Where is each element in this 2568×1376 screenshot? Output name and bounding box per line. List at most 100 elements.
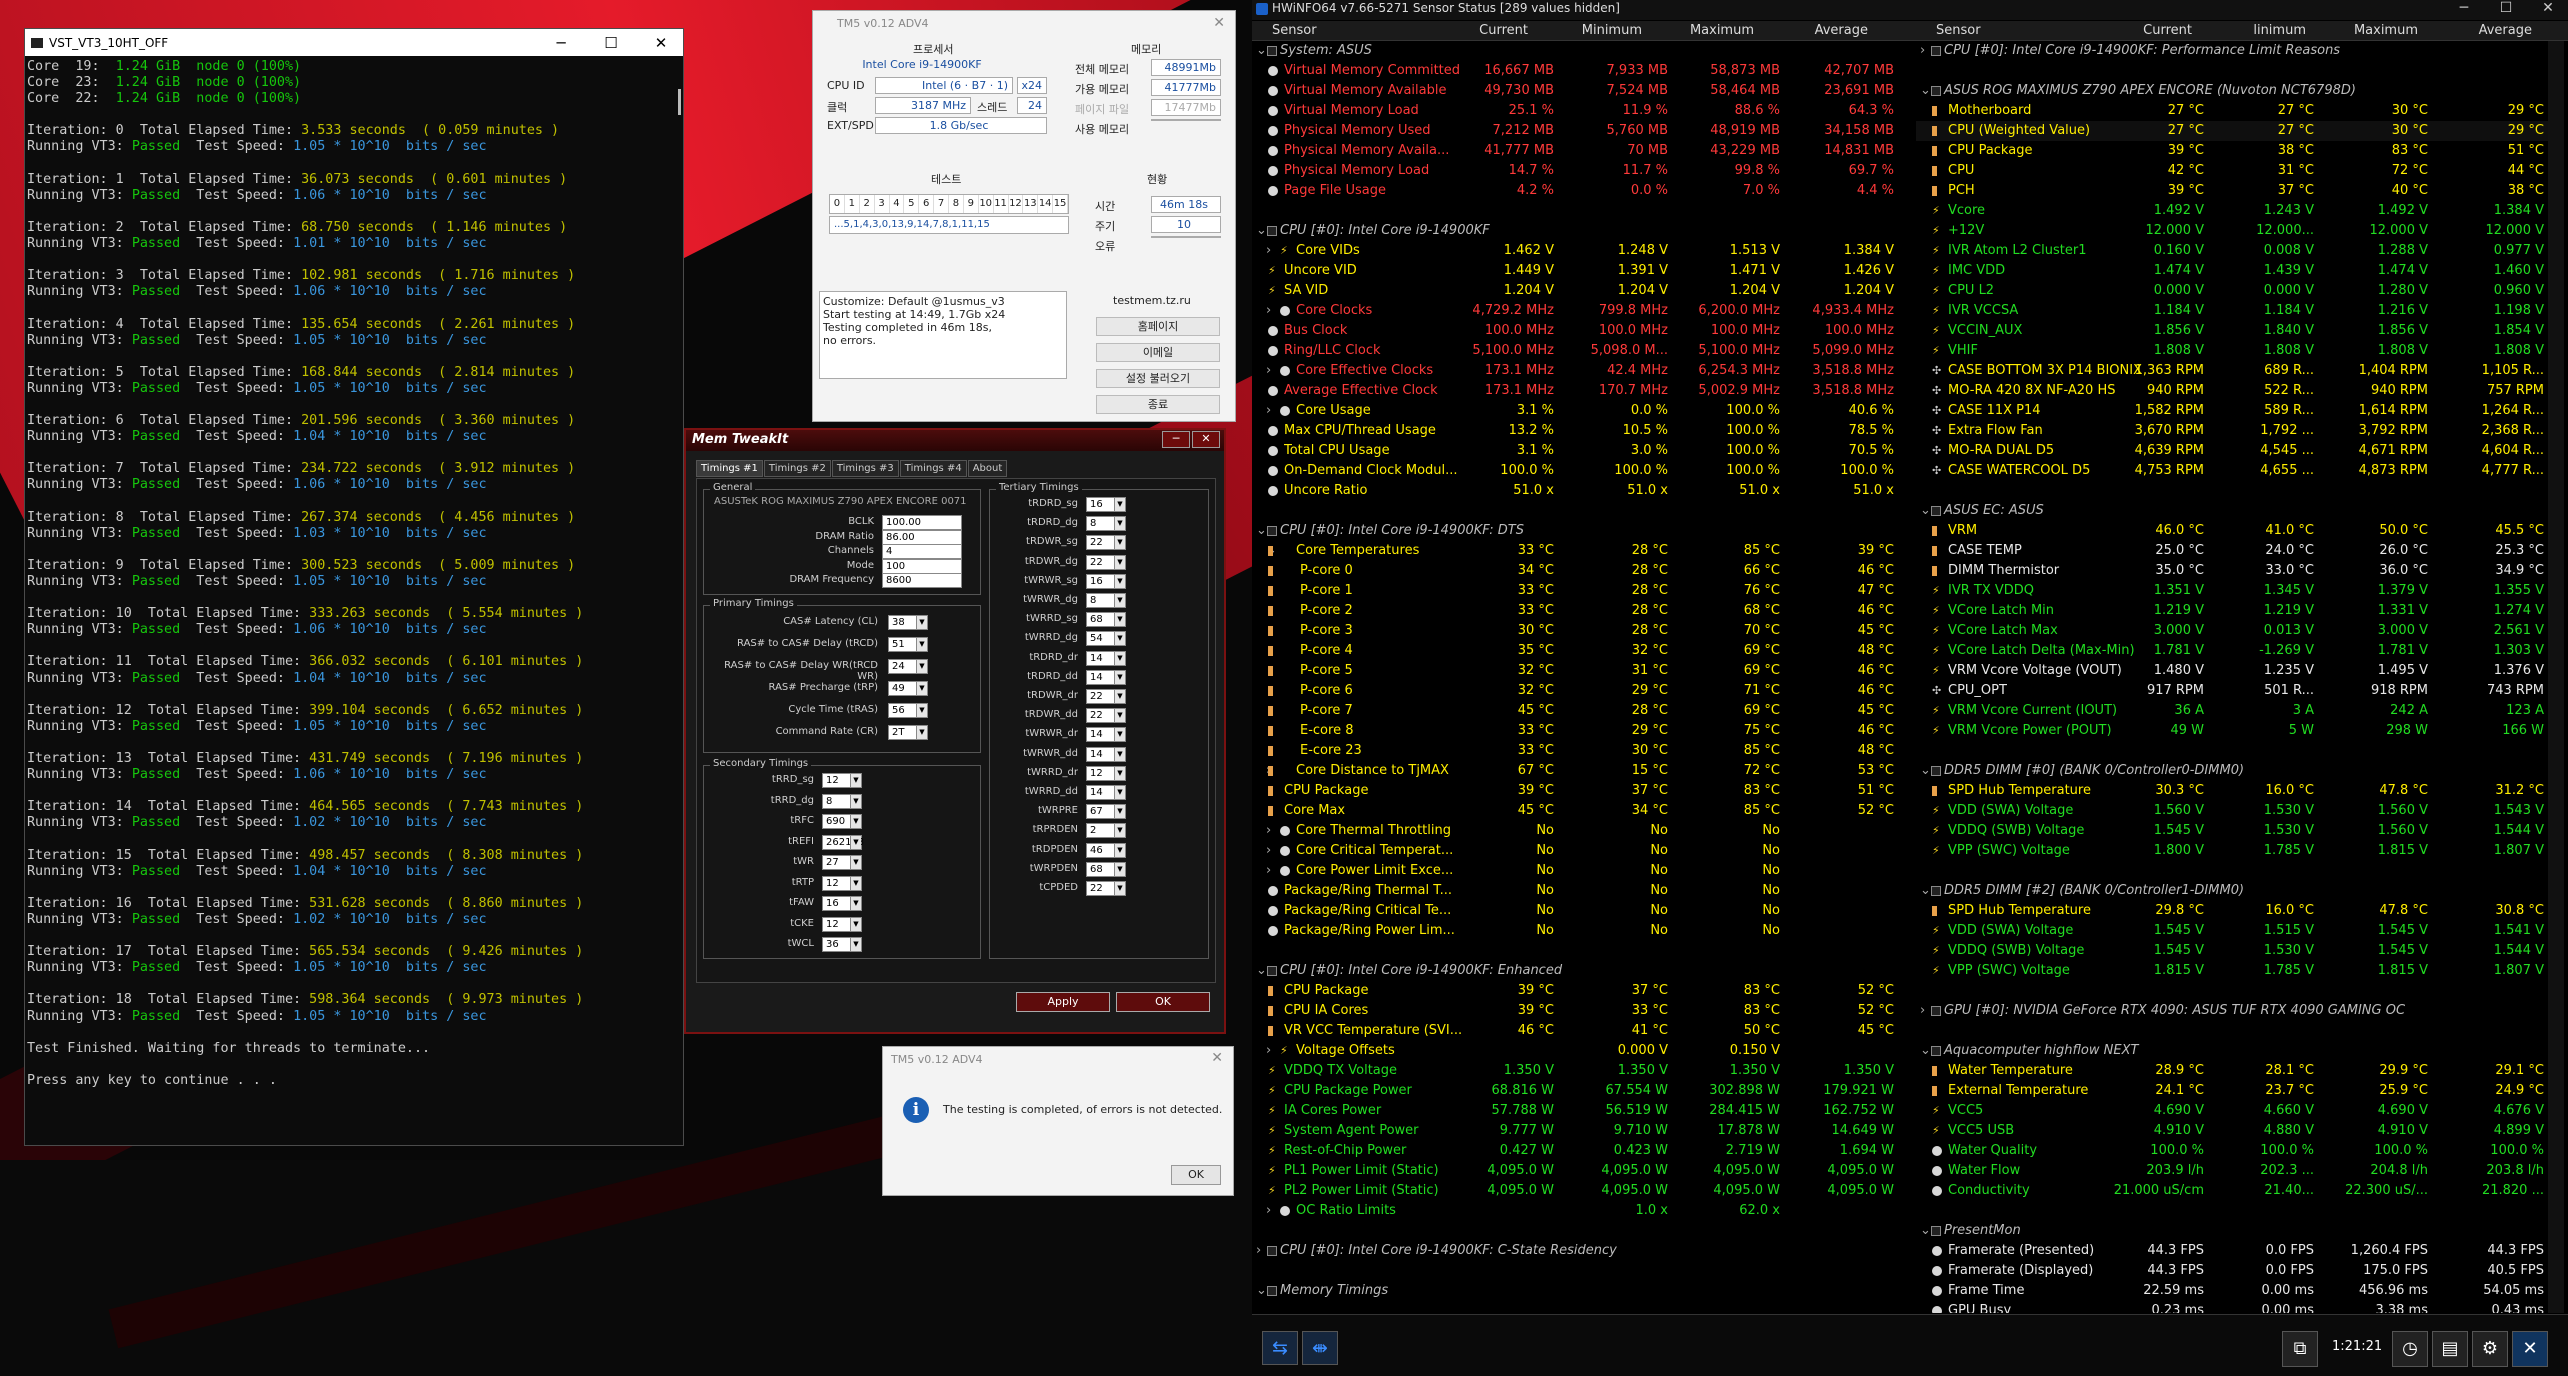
timing-value-field[interactable]: 12 ▼ xyxy=(822,916,862,932)
sensor-row[interactable]: Package/Ring Thermal T... No No No xyxy=(1252,881,1916,901)
chevron-down-icon[interactable]: ▼ xyxy=(1114,555,1125,569)
timing-value-field[interactable]: 27 ▼ xyxy=(822,855,862,870)
column-header-sensor[interactable]: Sensor xyxy=(1936,23,1981,38)
timing-value-field[interactable]: 2T ▼ xyxy=(888,725,928,740)
chevron-down-icon[interactable]: ▼ xyxy=(850,876,861,890)
timing-value-field[interactable]: 22 ▼ xyxy=(1086,881,1126,896)
chevron-down-icon[interactable]: ▼ xyxy=(1114,574,1125,588)
sensor-row[interactable]: Uncore Ratio 51.0 x 51.0 x 51.0 x 51.0 x xyxy=(1252,481,1916,501)
sensor-row[interactable]: ⚡ Rest-of-Chip Power 0.427 W 0.423 W 2.719 W… xyxy=(1252,1141,1916,1161)
sensor-row[interactable]: Water Quality 100.0 % 100.0 % 100.0 % 100.0 … xyxy=(1916,1141,2548,1161)
column-header-maximum[interactable]: Maximum xyxy=(2332,23,2418,38)
chevron-down-icon[interactable]: ▼ xyxy=(1114,862,1125,876)
chevron-down-icon[interactable]: ▼ xyxy=(850,835,861,849)
sensor-row[interactable]: ⚡ VRM Vcore Power (POUT) 49 W5 W 298 W 166 W xyxy=(1916,721,2548,741)
timing-value-field[interactable]: 100.00 xyxy=(882,515,962,530)
sensor-row[interactable]: ✣ CPU_OPT 917 RPM 501 R... 918 RPM 743 RPM xyxy=(1916,681,2548,701)
collapse-icon[interactable]: ⌄ xyxy=(1920,881,1931,901)
sensor-group-header[interactable]: › GPU [#0]: NVIDIA GeForce RTX 4090: ASUS… xyxy=(1916,1001,2548,1021)
tm5-titlebar[interactable]: TM5 v0.12 ADV4 ✕ xyxy=(813,11,1235,37)
console-titlebar[interactable]: VST_VT3_10HT_OFF ─ ☐ ✕ xyxy=(25,29,683,56)
dialog-titlebar[interactable]: TM5 v0.12 ADV4 ✕ xyxy=(883,1047,1233,1071)
sensor-row[interactable]: ⚡ VPP (SWC) Voltage 1.815 V 1.785 V 1.815 V1… xyxy=(1916,961,2548,981)
memtweakit-window[interactable]: Mem TweakIt ─ ✕ Timings #1 Timings #2 Timi… xyxy=(684,428,1226,1034)
sensor-row[interactable]: P-core 4 35 °C 32 °C 69 °C 48 °C xyxy=(1252,641,1916,661)
timing-value-field[interactable]: 22 ▼ xyxy=(1086,554,1126,570)
sensor-row[interactable]: CPU 42 °C 31 °C 72 °C 44 °C xyxy=(1916,161,2548,181)
timing-value-field[interactable]: 68 ▼ xyxy=(1086,612,1126,628)
expand-icon[interactable]: › xyxy=(1266,241,1271,261)
expand-icon[interactable]: › xyxy=(1266,361,1271,381)
tab-timings-1[interactable]: Timings #1 xyxy=(696,460,763,477)
chevron-down-icon[interactable]: ▼ xyxy=(850,815,861,828)
sensor-row[interactable]: › Core Thermal Throttling No No No xyxy=(1252,821,1916,841)
chevron-down-icon[interactable]: ▼ xyxy=(1114,824,1125,838)
collapse-icon[interactable]: ⌄ xyxy=(1920,761,1931,781)
sensor-row[interactable]: Virtual Memory Committed 16,667 MB 7,933 M… xyxy=(1252,61,1916,81)
sensor-row[interactable]: ✣ MO-RA DUAL D5 4,639 RPM 4,545 ... 4,671 RP… xyxy=(1916,441,2548,461)
sensor-row[interactable]: ⚡ VCore Latch Max 3.000 V 0.013 V 3.000 V 2.5… xyxy=(1916,621,2548,641)
timing-value-field[interactable]: 67 ▼ xyxy=(1086,804,1126,820)
sensor-group-header[interactable]: ⌄ Memory Timings xyxy=(1252,1281,1916,1301)
expand-icon[interactable]: › xyxy=(1920,1001,1925,1021)
completion-dialog[interactable]: TM5 v0.12 ADV4 ✕ i The testing is complet… xyxy=(882,1046,1234,1196)
sensor-row[interactable]: Package/Ring Power Lim... No No No xyxy=(1252,921,1916,941)
chevron-down-icon[interactable]: ▼ xyxy=(1114,882,1125,895)
sensor-row[interactable]: Framerate (Displayed) 44.3 FPS 0.0 FPS 175.… xyxy=(1916,1261,2548,1281)
report-icon[interactable]: ▤ xyxy=(2432,1331,2468,1367)
sensor-group-header[interactable]: ⌄ ASUS EC: ASUS xyxy=(1916,501,2548,521)
sensor-row[interactable]: ⚡ VDD (SWA) Voltage 1.560 V 1.530 V 1.560 V1… xyxy=(1916,801,2548,821)
sensor-group-header[interactable]: › CPU [#0]: Intel Core i9-14900KF: C-Stat… xyxy=(1252,1241,1916,1261)
sensor-row[interactable]: ⚡ VCC5 USB 4.910 V 4.880 V 4.910 V 4.899 V xyxy=(1916,1121,2548,1141)
chevron-down-icon[interactable]: ▼ xyxy=(1114,594,1125,607)
close-button[interactable]: ✕ xyxy=(1211,1050,1223,1066)
sensor-group-header[interactable]: ⌄ DDR5 DIMM [#2] (BANK 0/Controller1-DIMM… xyxy=(1916,881,2548,901)
sensor-row[interactable]: Bus Clock 100.0 MHz 100.0 MHz 100.0 MHz 100.… xyxy=(1252,321,1916,341)
minimize-button[interactable]: ─ xyxy=(539,34,583,52)
sensor-row[interactable]: Total CPU Usage 3.1 % 3.0 % 100.0 % 70.5 % xyxy=(1252,441,1916,461)
chevron-down-icon[interactable]: ▼ xyxy=(1114,766,1125,780)
sensor-row[interactable]: P-core 3 30 °C 28 °C 70 °C 45 °C xyxy=(1252,621,1916,641)
sensor-row[interactable]: DIMM Thermistor 35.0 °C 33.0 °C 36.0 °C 34.9… xyxy=(1916,561,2548,581)
hwinfo-titlebar[interactable]: HWiNFO64 v7.66-5271 Sensor Status [289 v… xyxy=(1252,0,2568,20)
close-button[interactable]: ✕ xyxy=(1213,15,1225,31)
exit-button[interactable]: 종료 xyxy=(1096,395,1220,414)
timing-value-field[interactable]: 8600 xyxy=(882,573,962,589)
timing-value-field[interactable]: 12 ▼ xyxy=(822,875,862,891)
sensor-row[interactable]: VR VCC Temperature (SVI... 46 °C 41 °C 50 °… xyxy=(1252,1021,1916,1041)
sensor-row[interactable]: SPD Hub Temperature 29.8 °C 16.0 °C 47.8 °C… xyxy=(1916,901,2548,921)
sensor-row[interactable]: › Core Effective Clocks 173.1 MHz 42.4 MHz 6… xyxy=(1252,361,1916,381)
timing-value-field[interactable]: 16 ▼ xyxy=(1086,497,1126,512)
collapse-icon[interactable]: ⌄ xyxy=(1920,1041,1931,1061)
sensor-row[interactable]: ⚡ IMC VDD 1.474 V 1.439 V 1.474 V 1.460 V xyxy=(1916,261,2548,281)
sensor-row[interactable]: Physical Memory Used 7,212 MB 5,760 MB 48,9… xyxy=(1252,121,1916,141)
sensor-row[interactable]: P-core 2 33 °C 28 °C 68 °C 46 °C xyxy=(1252,601,1916,621)
chevron-down-icon[interactable]: ▼ xyxy=(850,917,861,931)
close-icon[interactable]: ✕ xyxy=(2512,1331,2548,1367)
column-header-maximum[interactable]: Maximum xyxy=(1668,23,1754,38)
timing-value-field[interactable]: 100 xyxy=(882,558,962,574)
expand-icon[interactable]: › xyxy=(1266,1041,1271,1061)
sensor-row[interactable]: ⚡ Uncore VID 1.449 V 1.391 V 1.471 V 1.426 V xyxy=(1252,261,1916,281)
expand-icon[interactable]: › xyxy=(1266,401,1271,421)
chevron-down-icon[interactable]: ▼ xyxy=(916,726,927,739)
timing-value-field[interactable]: 22 ▼ xyxy=(1086,708,1126,724)
sensor-row[interactable]: Core Max 45 °C 34 °C 85 °C 52 °C xyxy=(1252,801,1916,821)
sensor-row[interactable]: ⚡ PL2 Power Limit (Static) 4,095.0 W 4,095.… xyxy=(1252,1181,1916,1201)
close-button[interactable]: ✕ xyxy=(639,34,683,52)
sensor-row[interactable]: CPU Package 39 °C 37 °C 83 °C 52 °C xyxy=(1252,981,1916,1001)
timing-value-field[interactable]: 56 ▼ xyxy=(888,703,928,718)
timing-value-field[interactable]: 8 ▼ xyxy=(1086,593,1126,608)
test-log[interactable]: Customize: Default @1usmus_v3 Start test… xyxy=(819,291,1067,379)
sensor-row[interactable]: ⚡ +12V 12.000 V 12.000... 12.000 V 12.000 V xyxy=(1916,221,2548,241)
timing-value-field[interactable]: 2 ▼ xyxy=(1086,823,1126,839)
chevron-down-icon[interactable]: ▼ xyxy=(1114,786,1125,799)
sensor-row[interactable]: P-core 1 33 °C 28 °C 76 °C 47 °C xyxy=(1252,581,1916,601)
sensor-group-header[interactable]: ⌄ CPU [#0]: Intel Core i9-14900KF xyxy=(1252,221,1916,241)
sensor-row[interactable]: CPU Package 39 °C 37 °C 83 °C 51 °C xyxy=(1252,781,1916,801)
sensor-group-header[interactable]: ⌄ ASUS ROG MAXIMUS Z790 APEX ENCORE (Nuvo… xyxy=(1916,81,2548,101)
chevron-down-icon[interactable]: ▼ xyxy=(850,938,861,951)
timing-value-field[interactable]: 22 ▼ xyxy=(1086,689,1126,704)
timing-value-field[interactable]: 12 ▼ xyxy=(822,773,862,788)
timing-value-field[interactable]: 8 ▼ xyxy=(822,793,862,809)
